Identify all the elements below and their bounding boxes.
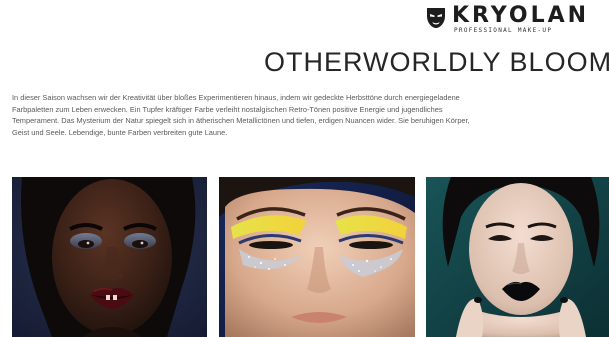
portrait-dark-red-lips-image	[12, 177, 207, 337]
portrait-yellow-glitter-eyes-image	[219, 177, 415, 337]
portrait-black-lips-image	[426, 177, 609, 337]
gallery-image-black-lips[interactable]	[426, 177, 609, 337]
brand-name: KRYOLAN	[452, 3, 590, 28]
intro-line: In dieser Saison wachsen wir der Kreativ…	[12, 93, 460, 102]
gallery-image-yellow-glitter-eyes[interactable]	[219, 177, 415, 337]
page-title: OTHERWORLDLY BLOOM	[264, 47, 609, 77]
intro-line: Farbpaletten zum Leben erwecken. Ein Tup…	[12, 104, 443, 114]
intro-line: Temperament. Das Mysterium der Natur spi…	[12, 116, 470, 126]
gallery-image-dark-red-lips[interactable]	[12, 177, 207, 337]
mask-logo-icon	[427, 8, 445, 28]
brand-tagline: PROFESSIONAL MAKE-UP	[454, 27, 553, 34]
intro-paragraph: In dieser Saison wachsen wir der Kreativ…	[12, 92, 609, 138]
intro-line: Geist und Seele. Lebendige, bunte Farben…	[12, 127, 228, 137]
brand-logo[interactable]: KRYOLAN PROFESSIONAL MAKE-UP	[426, 3, 609, 36]
page: KRYOLAN PROFESSIONAL MAKE-UP OTHERWORLDL…	[0, 0, 609, 337]
